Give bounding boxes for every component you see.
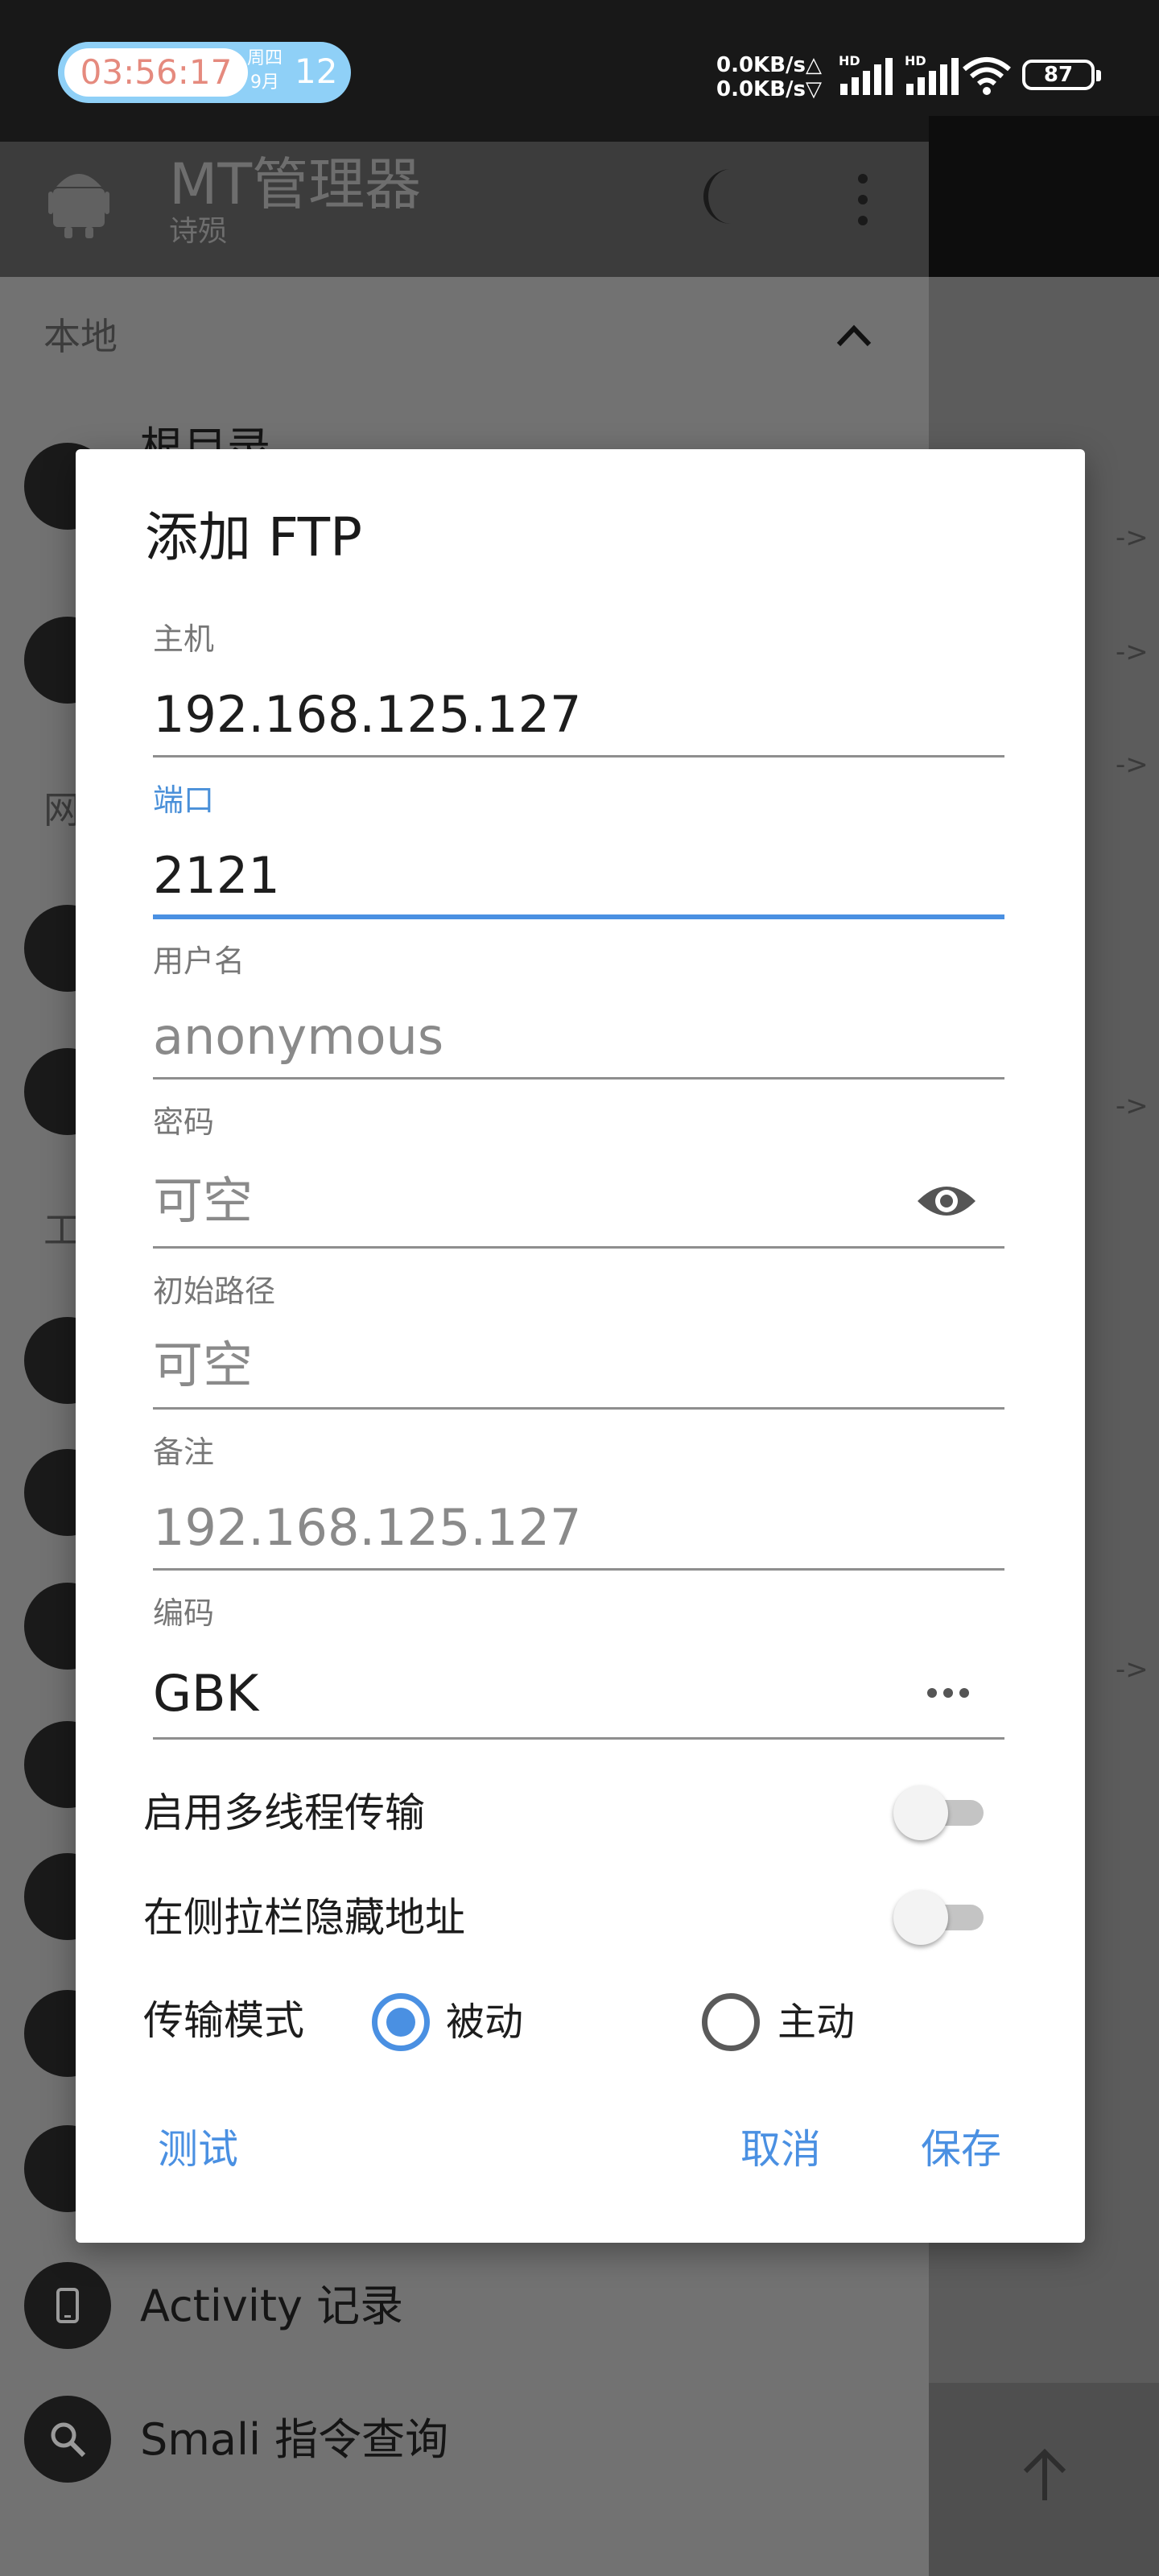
battery-icon: 87 (1022, 60, 1101, 90)
encoding-input[interactable]: GBK (153, 1662, 258, 1726)
list-arrow-icon: -> (1116, 749, 1149, 781)
scrim-right (929, 116, 1159, 277)
password-input[interactable]: 可空 (153, 1169, 253, 1233)
arrow-up-icon[interactable] (1019, 2447, 1070, 2504)
cancel-button[interactable]: 取消 (740, 2124, 821, 2175)
host-underline (153, 755, 1004, 758)
more-horizontal-icon[interactable] (924, 1681, 972, 1705)
hide-address-label: 在侧拉栏隐藏地址 (143, 1894, 465, 1941)
clock-time: 03:56:17 (64, 48, 248, 97)
hd-badge: HD (839, 53, 860, 68)
network-speed: 0.0KB/s△ 0.0KB/s▽ (716, 53, 822, 101)
init-path-label: 初始路径 (153, 1274, 276, 1309)
app-title: MT管理器 (169, 151, 422, 217)
host-label: 主机 (153, 621, 215, 657)
network-download: 0.0KB/s▽ (716, 77, 822, 101)
cell-signal-icon: HD (839, 53, 897, 95)
host-input[interactable]: 192.168.125.127 (153, 683, 581, 747)
active-mode-radio[interactable] (702, 1993, 760, 2051)
activity-log-icon (24, 2262, 111, 2349)
port-label: 端口 (153, 782, 215, 818)
port-underline (153, 914, 1004, 919)
multithread-label: 启用多线程传输 (143, 1790, 425, 1836)
port-input[interactable]: 2121 (153, 844, 280, 908)
password-underline (153, 1246, 1004, 1249)
clock-pill[interactable]: 03:56:17 周四 9月 12 (58, 42, 351, 103)
cell-signal-icon-2: HD (905, 53, 963, 95)
clock-weekday: 周四 (247, 48, 283, 68)
encoding-label: 编码 (153, 1596, 215, 1631)
password-label: 密码 (153, 1104, 215, 1140)
wifi-icon (963, 57, 1011, 95)
clock-day: 12 (295, 52, 338, 91)
init-path-underline (153, 1407, 1004, 1410)
section-local: 本地 (43, 315, 118, 358)
search-icon (24, 2396, 111, 2483)
hd-badge-2: HD (905, 53, 926, 68)
encoding-underline (153, 1737, 1004, 1740)
init-path-input[interactable]: 可空 (153, 1333, 253, 1397)
network-upload: 0.0KB/s△ (716, 53, 822, 77)
transfer-mode-label: 传输模式 (143, 1997, 304, 2044)
list-arrow-icon: -> (1116, 1653, 1149, 1686)
remark-underline (153, 1568, 1004, 1571)
hide-address-toggle[interactable] (893, 1885, 990, 1950)
remark-input[interactable]: 192.168.125.127 (153, 1496, 581, 1560)
list-arrow-icon: -> (1116, 522, 1149, 554)
toggle-thumb (893, 1785, 948, 1840)
list-arrow-icon: -> (1116, 1090, 1149, 1122)
app-logo-icon (48, 174, 109, 238)
active-mode-label[interactable]: 主动 (777, 1996, 855, 2048)
remark-label: 备注 (153, 1435, 215, 1470)
add-ftp-dialog: 添加 FTP 主机 192.168.125.127 端口 2121 用户名 an… (76, 449, 1085, 2243)
more-options-icon[interactable] (847, 167, 879, 232)
night-mode-icon[interactable] (699, 164, 747, 229)
username-input[interactable]: anonymous (153, 1005, 443, 1069)
username-label: 用户名 (153, 943, 245, 979)
drawer-item-activity-log[interactable]: Activity 记录 (140, 2278, 403, 2334)
passive-mode-radio[interactable] (372, 1993, 430, 2051)
passive-mode-label[interactable]: 被动 (446, 1996, 523, 2048)
bottom-panel-background (929, 2383, 1159, 2576)
save-button[interactable]: 保存 (921, 2124, 1001, 2175)
toggle-thumb (893, 1890, 948, 1945)
test-button[interactable]: 测试 (158, 2124, 238, 2175)
list-arrow-icon: -> (1116, 636, 1149, 668)
chevron-up-icon[interactable] (834, 320, 874, 353)
clock-month: 9月 (250, 72, 279, 93)
visibility-eye-icon[interactable] (914, 1177, 979, 1225)
multithread-toggle[interactable] (893, 1781, 990, 1845)
username-underline (153, 1077, 1004, 1080)
clock-date: 周四 9月 (247, 47, 283, 95)
drawer-item-smali-lookup[interactable]: Smali 指令查询 (140, 2412, 448, 2468)
app-subtitle: 诗殒 (169, 215, 228, 248)
dialog-title: 添加 FTP (145, 506, 362, 568)
